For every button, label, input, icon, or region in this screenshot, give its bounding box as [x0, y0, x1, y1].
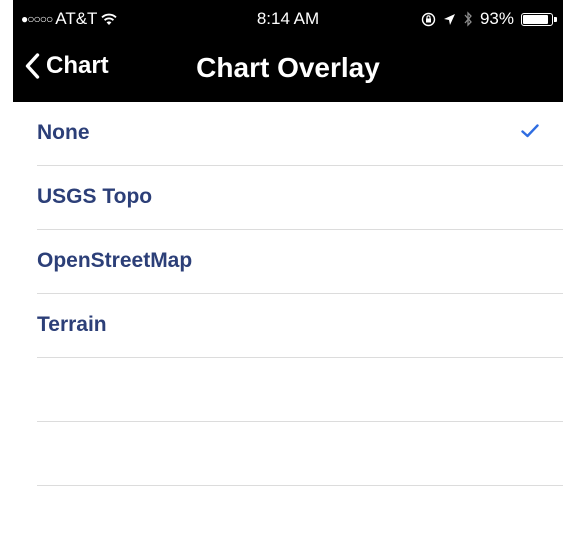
empty-row [37, 422, 563, 486]
bluetooth-icon [464, 11, 472, 27]
overlay-options-list: None USGS Topo OpenStreetMap Terrain [0, 102, 563, 486]
option-label: OpenStreetMap [37, 249, 193, 272]
battery-icon [521, 12, 557, 26]
option-openstreetmap[interactable]: OpenStreetMap [37, 230, 563, 294]
option-usgs-topo[interactable]: USGS Topo [37, 166, 563, 230]
option-label: USGS Topo [37, 185, 153, 208]
status-bar: ●○○○○ AT&T 8:14 AM 93% [13, 0, 563, 38]
option-none[interactable]: None [37, 102, 563, 166]
option-label: None [37, 121, 90, 144]
checkmark-icon [521, 124, 539, 138]
navigation-bar: Chart Chart Overlay [13, 38, 563, 102]
battery-percent: 93% [479, 9, 514, 28]
option-label: Terrain [37, 313, 107, 336]
location-arrow-icon [443, 13, 455, 25]
option-terrain[interactable]: Terrain [37, 294, 563, 358]
rotation-lock-icon [421, 12, 436, 26]
page-title: Chart Overlay [196, 52, 380, 83]
status-right: 93% [421, 9, 557, 29]
empty-row [37, 358, 563, 422]
